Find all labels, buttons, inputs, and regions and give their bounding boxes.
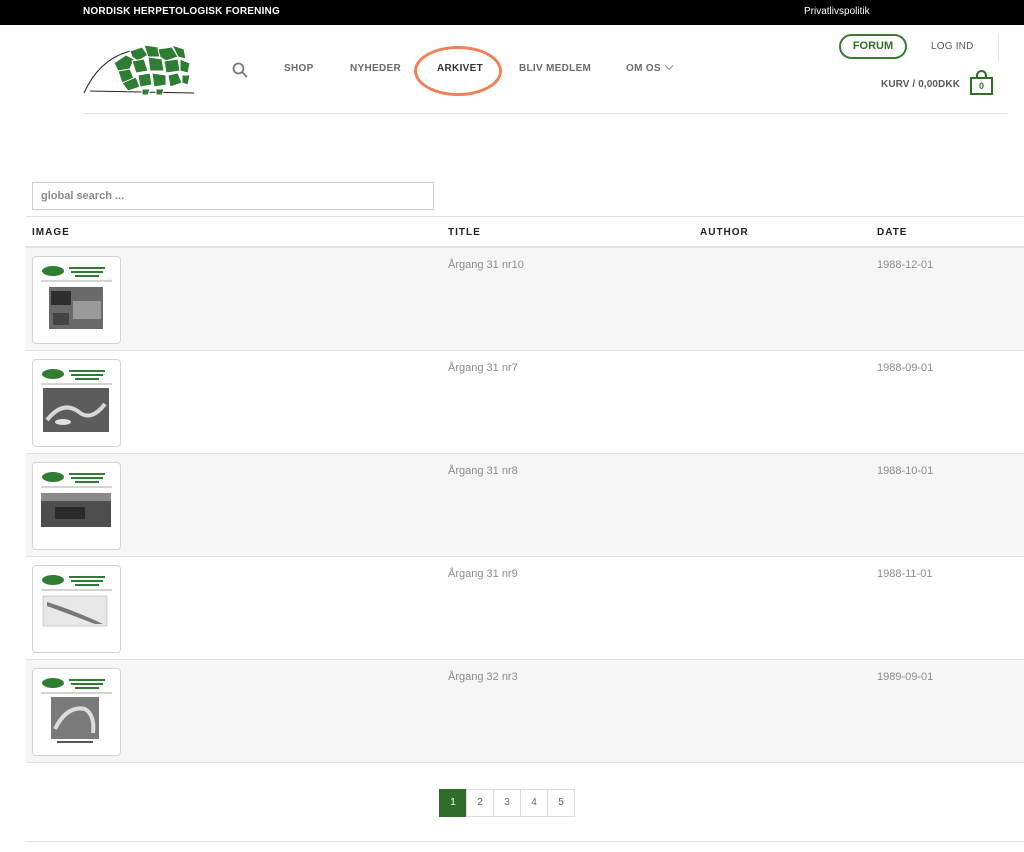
nav-shop[interactable]: SHOP <box>284 63 314 74</box>
table-row[interactable]: Årgang 31 nr7 1988-09-01 <box>26 351 1024 454</box>
table-header: IMAGE TITLE AUTHOR DATE <box>26 216 1024 248</box>
site-header: SHOP NYHEDER ARKIVET BLIV MEDLEM OM OS F… <box>0 25 1024 115</box>
column-header-title[interactable]: TITLE <box>448 227 481 238</box>
pagination: 1 2 3 4 5 <box>439 789 575 817</box>
top-bar: NORDISK HERPETOLOGISK FORENING Privatliv… <box>0 0 1024 25</box>
cover-image <box>39 365 114 443</box>
row-date: 1988-09-01 <box>877 362 934 374</box>
magazine-cover-thumbnail[interactable] <box>32 256 121 344</box>
row-date: 1988-12-01 <box>877 259 934 271</box>
footer-divider <box>26 841 1024 842</box>
search-icon[interactable] <box>231 61 249 79</box>
page-2-button[interactable]: 2 <box>466 789 494 817</box>
magazine-cover-thumbnail[interactable] <box>32 668 121 756</box>
login-link[interactable]: LOG IND <box>931 41 974 52</box>
table-row[interactable]: Årgang 32 nr3 1989-09-01 <box>26 660 1024 763</box>
row-title[interactable]: Årgang 31 nr8 <box>448 465 518 477</box>
archive-table: IMAGE TITLE AUTHOR DATE Årgang 31 nr10 1… <box>26 216 1024 763</box>
table-row[interactable]: Årgang 31 nr9 1988-11-01 <box>26 557 1024 660</box>
org-name: NORDISK HERPETOLOGISK FORENING <box>83 6 280 17</box>
nav-arkivet[interactable]: ARKIVET <box>437 63 483 74</box>
cover-image <box>39 571 114 649</box>
site-logo[interactable] <box>82 41 197 97</box>
column-header-date[interactable]: DATE <box>877 227 907 238</box>
cart-count: 0 <box>970 77 993 95</box>
nav-bliv-medlem[interactable]: BLIV MEDLEM <box>519 63 591 74</box>
cover-image <box>39 468 114 546</box>
row-title[interactable]: Årgang 32 nr3 <box>448 671 518 683</box>
row-date: 1989-09-01 <box>877 671 934 683</box>
magazine-cover-thumbnail[interactable] <box>32 565 121 653</box>
divider <box>998 33 999 61</box>
table-row[interactable]: Årgang 31 nr8 1988-10-01 <box>26 454 1024 557</box>
magazine-cover-thumbnail[interactable] <box>32 462 121 550</box>
row-title[interactable]: Årgang 31 nr7 <box>448 362 518 374</box>
column-header-image[interactable]: IMAGE <box>32 227 70 238</box>
row-date: 1988-11-01 <box>877 568 933 580</box>
global-search-input[interactable] <box>32 182 434 210</box>
page-3-button[interactable]: 3 <box>493 789 521 817</box>
column-header-author[interactable]: AUTHOR <box>700 227 749 238</box>
row-title[interactable]: Årgang 31 nr9 <box>448 568 518 580</box>
page-1-button[interactable]: 1 <box>439 789 467 817</box>
privacy-link[interactable]: Privatlivspolitik <box>804 6 870 17</box>
magazine-cover-thumbnail[interactable] <box>32 359 121 447</box>
page-5-button[interactable]: 5 <box>547 789 575 817</box>
nav-nyheder[interactable]: NYHEDER <box>350 63 401 74</box>
table-row[interactable]: Årgang 31 nr10 1988-12-01 <box>26 248 1024 351</box>
nav-om-os[interactable]: OM OS <box>626 61 674 74</box>
forum-button[interactable]: FORUM <box>839 34 907 59</box>
cover-image <box>39 674 114 752</box>
cart-icon[interactable]: 0 <box>970 70 993 95</box>
header-divider <box>82 113 1007 114</box>
cover-image <box>39 262 114 340</box>
row-date: 1988-10-01 <box>877 465 934 477</box>
nav-om-os-label: OM OS <box>626 63 661 74</box>
cart-label[interactable]: KURV / 0,00DKK <box>881 79 960 90</box>
row-title[interactable]: Årgang 31 nr10 <box>448 259 524 271</box>
chevron-down-icon <box>664 61 674 71</box>
page-4-button[interactable]: 4 <box>520 789 548 817</box>
